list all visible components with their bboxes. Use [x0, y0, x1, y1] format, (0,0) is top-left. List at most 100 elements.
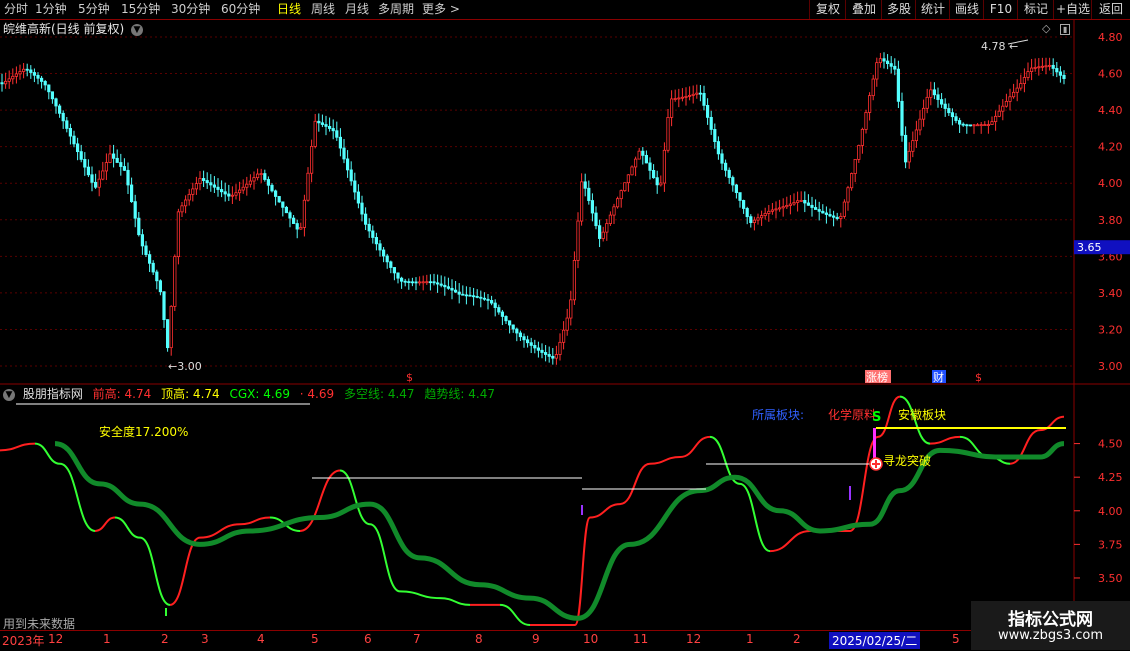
- candle-body: [871, 78, 875, 97]
- candle-body: [29, 69, 33, 73]
- candle-body: [345, 158, 350, 171]
- candle-body: [212, 184, 216, 188]
- date-month: 12: [686, 632, 702, 646]
- candle-body: [281, 201, 285, 208]
- panel-toggle-icon[interactable]: ▮: [1059, 24, 1071, 35]
- candle-body: [929, 89, 933, 98]
- candle-body: [940, 99, 944, 105]
- candle-body: [868, 95, 872, 113]
- indicator-bull-bear: 多空线: 4.47: [343, 387, 415, 401]
- date-month: 3: [201, 632, 209, 646]
- candle-body: [1030, 67, 1034, 73]
- price-tick: 3.00: [1098, 360, 1123, 373]
- candle-body: [580, 181, 584, 222]
- candle-body: [86, 166, 90, 176]
- candle-body: [774, 208, 778, 211]
- candle-body: [176, 211, 180, 258]
- candle-body: [407, 281, 411, 283]
- candle-body: [119, 162, 123, 167]
- candle-body: [219, 189, 224, 193]
- candle-body: [932, 89, 937, 96]
- candle-body: [248, 180, 252, 185]
- indicator-menu-icon[interactable]: ▼: [3, 388, 15, 401]
- candle-body: [904, 134, 908, 163]
- candle-body: [335, 130, 339, 138]
- chart-canvas[interactable]: 4.804.604.404.204.003.803.603.403.203.00…: [0, 0, 1130, 650]
- cgx-line-segment: [59, 462, 96, 532]
- cgx-line-segment: [339, 469, 371, 526]
- candle-body: [349, 169, 353, 182]
- cgx-line-segment: [499, 603, 531, 626]
- event-label: $: [975, 371, 982, 384]
- indicator-tick: 3.50: [1098, 572, 1123, 585]
- candle-body: [158, 280, 162, 293]
- candle-body: [918, 118, 922, 131]
- candle-body: [583, 181, 587, 189]
- candle-body: [410, 281, 415, 284]
- chevron-down-icon[interactable]: ▼: [131, 23, 144, 36]
- candle-body: [327, 126, 332, 129]
- candle-body: [587, 187, 591, 201]
- candle-body: [878, 58, 883, 64]
- candle-body: [623, 182, 627, 192]
- candle-body: [486, 298, 490, 301]
- candle-body: [641, 150, 645, 156]
- candle-body: [259, 173, 263, 175]
- candle-body: [536, 347, 541, 351]
- candle-body: [688, 94, 692, 97]
- cgx-line-segment: [589, 503, 621, 519]
- candle-body: [997, 110, 1001, 117]
- candle-body: [72, 135, 76, 145]
- candle-body: [562, 329, 566, 343]
- candle-body: [381, 249, 386, 257]
- candle-body: [515, 328, 519, 334]
- candle-body: [994, 115, 998, 123]
- candle-body: [767, 210, 771, 214]
- candle-body: [227, 193, 231, 197]
- candle-body: [540, 349, 544, 353]
- candle-body: [50, 91, 55, 100]
- candle-body: [810, 204, 814, 208]
- date-month: 6: [364, 632, 372, 646]
- candle-body: [299, 226, 303, 230]
- candle-body: [1048, 64, 1052, 67]
- candle-body: [608, 214, 613, 224]
- indicator-tick: 4.50: [1098, 438, 1123, 451]
- candle-body: [806, 202, 811, 206]
- candle-body: [1040, 65, 1044, 68]
- candle-body: [471, 295, 476, 298]
- candle-body: [194, 183, 198, 190]
- price-tick: 4.60: [1098, 68, 1123, 81]
- candle-body: [497, 307, 501, 313]
- stock-title[interactable]: 皖维高新(日线 前复权) ▼: [3, 20, 144, 38]
- candle-body: [644, 154, 649, 164]
- indicator-tick: 3.75: [1098, 538, 1123, 551]
- diamond-icon[interactable]: ◇: [1042, 22, 1050, 35]
- candle-body: [601, 231, 605, 239]
- candle-body: [670, 98, 674, 118]
- candle-body: [32, 72, 37, 76]
- candle-body: [896, 68, 901, 102]
- candle-body: [860, 128, 865, 146]
- candle-body: [284, 206, 289, 214]
- cgx-line-segment: [0, 442, 36, 452]
- candle-body: [796, 200, 800, 203]
- chart-options: ◇ ▮: [1042, 22, 1071, 35]
- candle-body: [414, 281, 418, 284]
- date-month: 11: [633, 632, 649, 646]
- candle-body: [378, 243, 382, 251]
- candle-body: [889, 63, 893, 67]
- cgx-line-segment: [679, 435, 711, 459]
- candle-body: [25, 68, 29, 71]
- candle-body: [140, 234, 144, 247]
- current-price-label: 3.65: [1077, 241, 1102, 254]
- indicator-name[interactable]: 股朋指标网: [23, 387, 83, 401]
- candle-body: [799, 200, 803, 202]
- candle-body: [144, 245, 148, 256]
- candle-body: [914, 129, 919, 142]
- candle-body: [803, 200, 807, 204]
- candle-body: [108, 153, 112, 163]
- candle-body: [551, 355, 555, 359]
- candle-body: [288, 212, 292, 219]
- candle-body: [605, 223, 609, 233]
